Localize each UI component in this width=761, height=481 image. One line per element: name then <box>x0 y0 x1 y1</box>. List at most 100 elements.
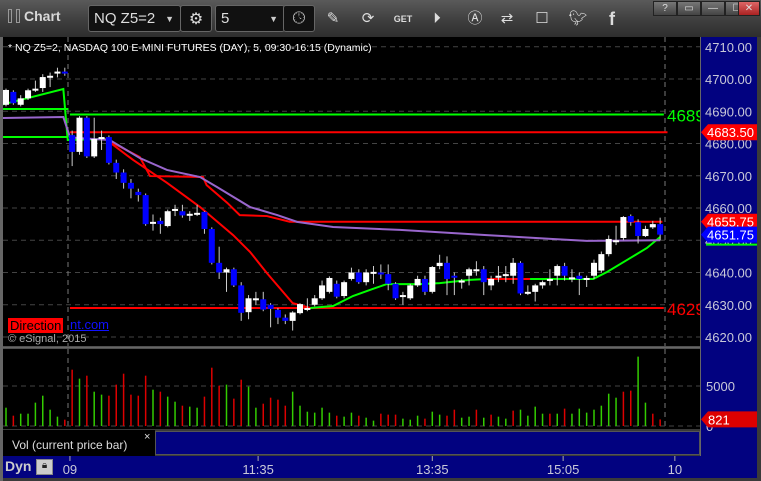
candle-body <box>3 89 9 105</box>
help-button[interactable]: ? <box>653 1 677 16</box>
clock-icon: 🕓︎ <box>292 9 306 27</box>
candle-body <box>17 98 24 105</box>
candle-body <box>120 172 127 183</box>
candle-body <box>157 220 164 225</box>
play-icon[interactable]: ⏵ <box>426 9 448 29</box>
left-edge <box>0 37 3 481</box>
minimize-button[interactable]: — <box>701 1 725 16</box>
symbol-settings-button[interactable]: ⚙ <box>180 5 212 32</box>
copyright: © eSignal, 2015 <box>8 333 87 345</box>
dynamic-button[interactable]: Dyn <box>5 458 31 474</box>
candle-body <box>510 262 517 276</box>
candle-body <box>451 275 458 278</box>
grip-icon[interactable] <box>8 9 12 23</box>
symbol-value: NQ Z5=2 <box>94 10 156 27</box>
candle-body <box>260 299 267 310</box>
candle-body <box>414 278 421 286</box>
candle-body <box>348 272 355 279</box>
candle-body <box>583 277 590 280</box>
price-tick-label: 4620.00 <box>705 330 752 345</box>
candle-body <box>252 298 259 301</box>
candle-body <box>10 91 17 104</box>
time-tick-label: 13:35 <box>416 462 449 477</box>
chart-header: * NQ Z5=2, NASDAQ 100 E-MINI FUTURES (DA… <box>8 42 372 54</box>
candle-body <box>91 138 98 157</box>
candle-body <box>620 217 627 238</box>
candle-body <box>524 291 531 294</box>
title-text: Chart <box>24 8 61 24</box>
watermark-link[interactable]: nt.com <box>70 317 109 332</box>
candle-body <box>532 285 539 292</box>
price-tick-label: 4640.00 <box>705 266 752 281</box>
candle-body <box>363 272 370 283</box>
candle-body <box>517 262 524 294</box>
candle-body <box>216 262 223 273</box>
gear-icon: ⚙ <box>188 10 204 28</box>
level-label: 4689 <box>667 106 705 125</box>
time-tick-label: 10 <box>668 462 682 477</box>
price-tag-label: 4651.75 <box>707 228 754 243</box>
candle-body <box>98 137 105 140</box>
candle-body <box>627 216 634 223</box>
candle-body <box>421 278 428 292</box>
facebook-icon[interactable]: f <box>601 9 623 29</box>
candle-body <box>297 304 303 314</box>
candle-body <box>208 228 215 263</box>
candle-body <box>649 224 656 228</box>
level-label: 4629 <box>667 300 705 319</box>
candle-body <box>561 266 568 276</box>
candle-body <box>304 307 311 310</box>
close-button[interactable]: ✕ <box>738 1 760 16</box>
grip-icon[interactable] <box>16 9 20 23</box>
time-tick-label: 09 <box>63 462 77 477</box>
link-icon[interactable]: ⇄ <box>496 9 518 29</box>
candle-body <box>105 137 112 163</box>
candle-body <box>25 90 32 99</box>
volume-tag-label: 821 <box>708 412 730 427</box>
candle-body <box>47 75 54 78</box>
candle-body <box>554 266 561 276</box>
alert-icon[interactable]: Ⓐ <box>464 9 486 29</box>
candle-body <box>466 269 473 276</box>
candle-body <box>458 280 465 283</box>
time-template-button[interactable]: 🕓︎ <box>283 5 315 32</box>
candle-body <box>61 71 68 74</box>
candle-body <box>54 71 61 74</box>
candle-body <box>164 211 171 227</box>
candle-body <box>341 282 348 297</box>
symbol-combo[interactable]: NQ Z5=2 ▼ <box>88 5 181 32</box>
time-tick-label: 11:35 <box>242 462 274 477</box>
candle-body <box>201 211 208 229</box>
candle-body <box>495 275 502 278</box>
refresh-icon[interactable]: ⟳ <box>357 9 379 29</box>
legend-value-box <box>155 431 700 455</box>
candle-body <box>488 278 495 286</box>
candle-body <box>355 272 362 283</box>
candle-body <box>407 285 414 299</box>
candle-body <box>385 274 392 284</box>
candle-body <box>392 283 399 299</box>
candle-body <box>267 304 274 309</box>
price-tick-label: 4670.00 <box>705 169 752 184</box>
twitter-icon[interactable]: 🐦︎ <box>567 9 589 29</box>
candle-body <box>142 195 149 225</box>
candle-body <box>546 278 553 281</box>
candle-body <box>76 117 83 152</box>
comment-icon[interactable]: ☐ <box>531 9 553 29</box>
price-tick-label: 4630.00 <box>705 298 752 313</box>
close-study-icon[interactable]: × <box>144 431 150 443</box>
chevron-down-icon: ▼ <box>269 14 278 24</box>
candle-body <box>282 317 289 321</box>
interval-combo[interactable]: 5 ▼ <box>215 5 285 32</box>
candle-body <box>377 272 384 275</box>
watermark-box: Direction <box>8 318 64 333</box>
get-icon[interactable]: GET <box>392 9 414 29</box>
candle-body <box>429 267 436 292</box>
chart-canvas[interactable]: 468946294710.004700.004690.004680.004670… <box>0 37 761 481</box>
pencil-icon[interactable]: ✎ <box>322 9 344 29</box>
link-window-button[interactable]: ▭ <box>677 1 701 16</box>
lock-icon[interactable]: 🔒︎ <box>36 459 53 475</box>
candle-body <box>657 224 664 235</box>
candle-body <box>179 211 186 216</box>
price-tag: 4651.75 <box>701 226 757 246</box>
